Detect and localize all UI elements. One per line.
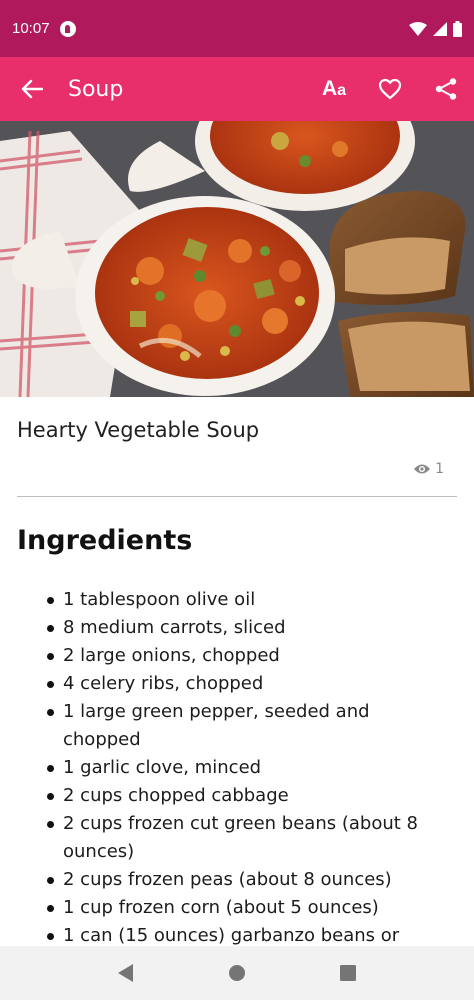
- ingredient-item: 1 tablespoon olive oil: [45, 586, 445, 614]
- ingredient-item: 8 medium carrots, sliced: [45, 614, 445, 642]
- status-time: 10:07: [12, 20, 50, 37]
- nav-recents-icon: [340, 965, 357, 981]
- share-icon: [435, 78, 457, 100]
- font-size-icon: Aa: [322, 77, 346, 101]
- page-title: Soup: [68, 76, 124, 102]
- app-notification-icon: [59, 20, 76, 37]
- soup-illustration: [0, 121, 474, 397]
- font-size-button[interactable]: Aa: [306, 57, 362, 121]
- heart-icon: [378, 78, 402, 100]
- ingredient-item: 2 cups chopped cabbage: [45, 782, 445, 810]
- ingredients-heading: Ingredients: [17, 525, 193, 556]
- recipe-image: [0, 121, 474, 397]
- app-bar-actions: Aa: [306, 57, 474, 121]
- favorite-button[interactable]: [362, 57, 418, 121]
- font-size-icon-small: a: [337, 82, 347, 99]
- app-bar: Soup Aa: [0, 57, 474, 121]
- ingredient-item: 4 celery ribs, chopped: [45, 670, 445, 698]
- eye-icon: [414, 464, 431, 474]
- wifi-icon: [409, 21, 427, 36]
- font-size-icon-big: A: [321, 77, 338, 100]
- nav-home-icon: [228, 965, 245, 981]
- status-bar: 10:07: [0, 0, 474, 57]
- ingredient-item: 1 garlic clove, minced: [45, 754, 445, 782]
- ingredient-item: 2 large onions, chopped: [45, 642, 445, 670]
- ingredient-item: 1 large green pepper, seeded and chopped: [45, 698, 445, 754]
- share-button[interactable]: [418, 57, 474, 121]
- ingredient-item: 2 cups frozen cut green beans (about 8 o…: [45, 810, 445, 866]
- nav-home-button[interactable]: [207, 948, 267, 998]
- nav-back-icon: [117, 964, 133, 982]
- system-nav-bar: [0, 946, 474, 1000]
- signal-icon: [433, 21, 447, 36]
- recipe-title: Hearty Vegetable Soup: [17, 418, 260, 442]
- nav-back-button[interactable]: [96, 948, 156, 998]
- view-count: 1: [413, 461, 444, 477]
- ingredient-item: 2 cups frozen peas (about 8 ounces): [45, 866, 445, 894]
- status-icons: [409, 20, 462, 37]
- back-button[interactable]: [0, 57, 64, 121]
- ingredients-list: 1 tablespoon olive oil 8 medium carrots, …: [45, 586, 445, 950]
- battery-icon: [453, 20, 462, 37]
- view-count-value: 1: [435, 461, 444, 477]
- ingredient-item: 1 cup frozen corn (about 5 ounces): [45, 894, 445, 922]
- divider: [17, 496, 457, 497]
- nav-recents-button[interactable]: [318, 948, 378, 998]
- back-arrow-icon: [21, 79, 43, 99]
